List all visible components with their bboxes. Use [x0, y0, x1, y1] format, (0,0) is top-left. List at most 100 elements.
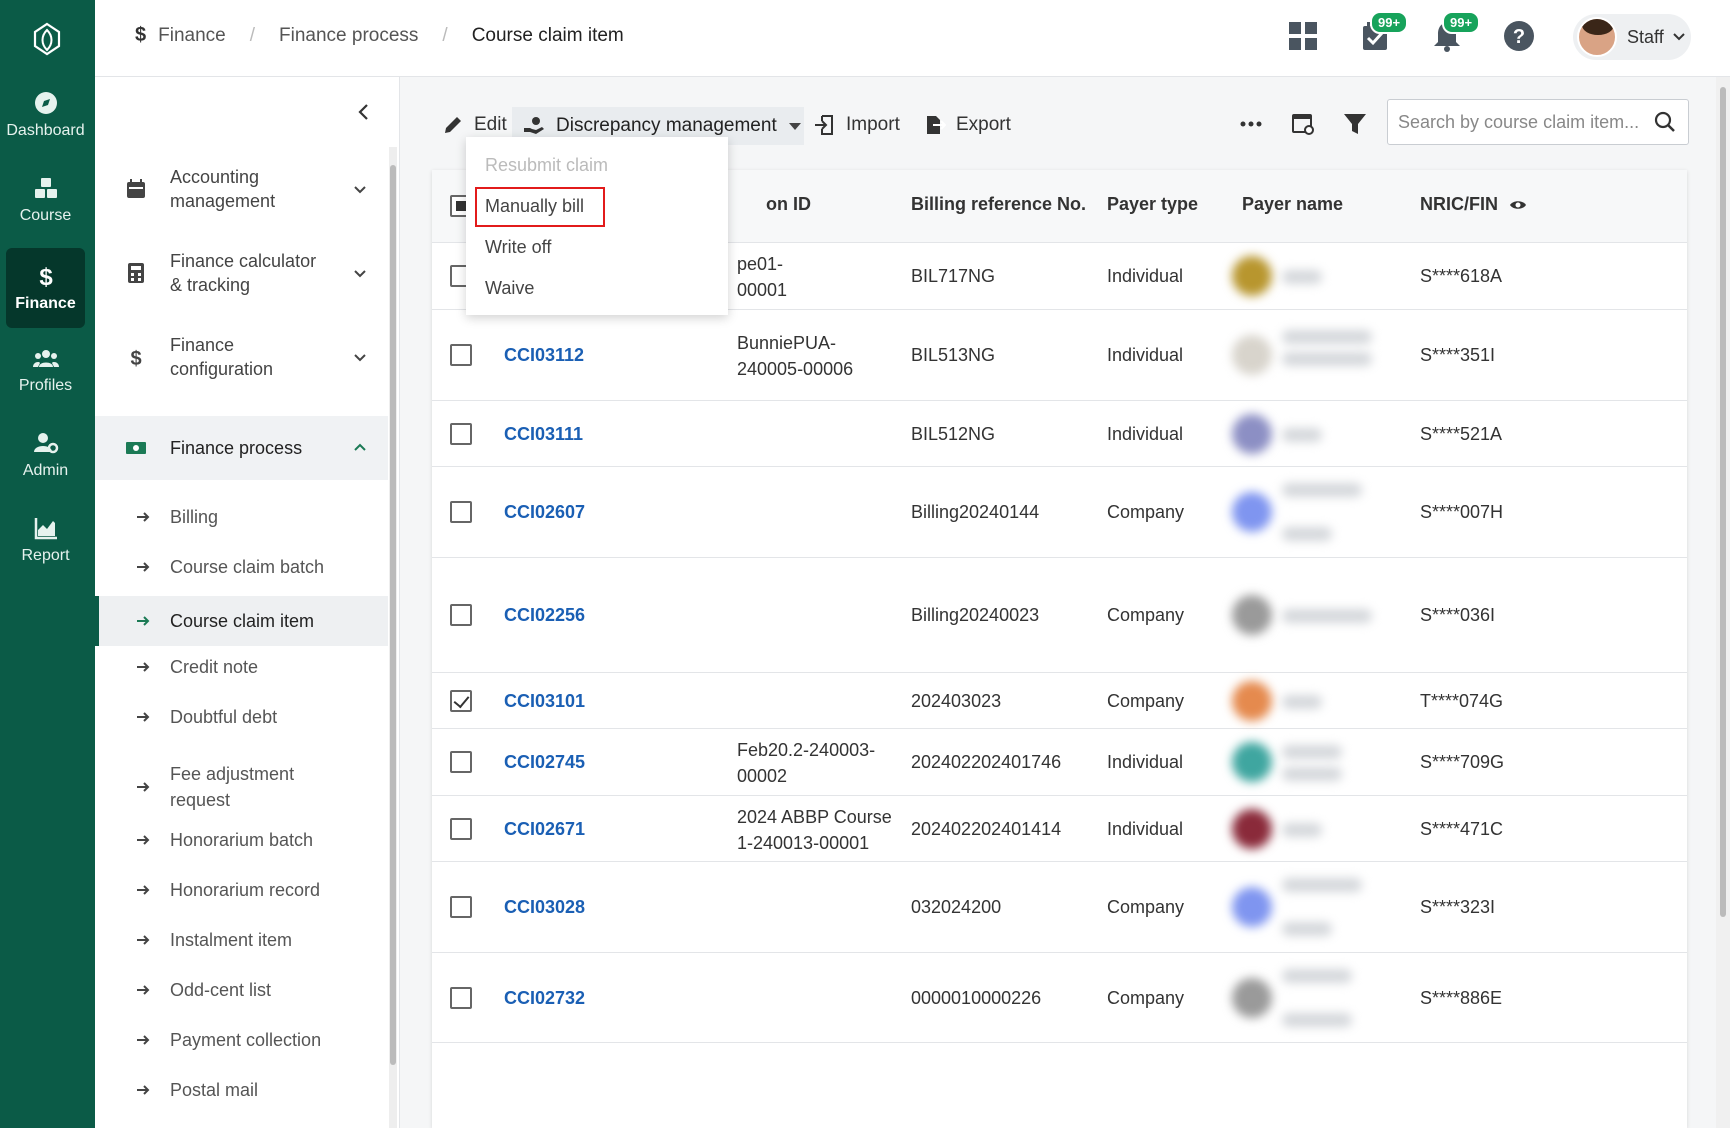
rail-item-dashboard[interactable]: Dashboard — [6, 75, 85, 155]
col-header-nric-label: NRIC/FIN — [1420, 194, 1498, 214]
claim-item-id[interactable]: CCI02607 — [504, 499, 585, 525]
sidebar-item-course-claim-item[interactable]: Course claim item — [95, 596, 388, 646]
sidebar-item-postal-mail[interactable]: Postal mail — [95, 1070, 388, 1110]
row-checkbox[interactable] — [450, 818, 472, 840]
scroll-thumb[interactable] — [1720, 87, 1726, 917]
import-button[interactable]: Import — [814, 109, 900, 141]
row-checkbox[interactable] — [450, 423, 472, 445]
claim-item-id[interactable]: CCI03028 — [504, 894, 585, 920]
main-scrollbar[interactable] — [1716, 77, 1730, 1128]
claim-item-id[interactable]: CCI02671 — [504, 816, 585, 842]
sidebar-item-honorarium-record[interactable]: Honorarium record — [95, 870, 388, 910]
export-icon — [927, 116, 946, 134]
more-icon[interactable] — [1238, 111, 1264, 137]
menu-item-write-off[interactable]: Write off — [485, 237, 551, 258]
menu-item-manually-bill[interactable]: Manually bill — [485, 196, 584, 217]
sidebar-item-credit-note[interactable]: Credit note — [95, 647, 388, 687]
compass-icon — [34, 92, 57, 114]
chevron-up-icon — [354, 443, 366, 451]
table-row[interactable]: CCI03112 BunniePUA- 240005-00006 BIL513N… — [432, 310, 1687, 401]
scroll-thumb[interactable] — [390, 165, 396, 1065]
search-field[interactable] — [1387, 99, 1689, 145]
sidebar-item-honorarium-batch[interactable]: Honorarium batch — [95, 820, 388, 860]
sidebar-item-label: Doubtful debt — [170, 707, 278, 727]
rail-label: Dashboard — [6, 122, 85, 139]
app-logo-icon[interactable] — [27, 18, 67, 58]
arrow-right-icon — [137, 782, 150, 792]
claim-id: 2024 ABBP Course 1-240013-00001 — [737, 807, 892, 853]
nric: S****618A — [1420, 266, 1503, 286]
sidebar-item-billing[interactable]: Billing — [95, 497, 388, 537]
sidebar-group-finance-process[interactable]: Finance process — [95, 416, 388, 480]
row-checkbox[interactable] — [450, 690, 472, 712]
eye-icon[interactable] — [1509, 199, 1527, 211]
rail-item-course[interactable]: Course — [6, 160, 85, 240]
collapse-sidebar-icon[interactable] — [349, 97, 379, 127]
breadcrumb-current: Course claim item — [471, 24, 624, 46]
sidebar-item-doubtful-debt[interactable]: Doubtful debt — [95, 697, 388, 737]
users-icon — [32, 350, 59, 367]
claim-item-id[interactable]: CCI03112 — [504, 342, 584, 368]
filter-icon[interactable] — [1342, 111, 1368, 137]
rail-item-profiles[interactable]: Profiles — [6, 330, 85, 410]
row-checkbox[interactable] — [450, 604, 472, 626]
rail-item-finance[interactable]: $ Finance — [6, 248, 85, 328]
payer-name-redacted — [1282, 969, 1352, 983]
sidebar-group-label: Accounting management — [170, 167, 276, 211]
table-row[interactable]: CCI03111 BIL512NG Individual S****521A — [432, 401, 1687, 467]
claim-item-id[interactable]: CCI02256 — [504, 602, 585, 628]
table-row[interactable]: CCI02745 Feb20.2-240003- 00002 202402202… — [432, 729, 1687, 796]
rail-item-report[interactable]: Report — [6, 500, 85, 580]
sidebar-item-fee-adjustment[interactable]: Fee adjustment request — [95, 755, 388, 819]
row-checkbox[interactable] — [450, 501, 472, 523]
col-header-payer-name[interactable]: Payer name — [1242, 194, 1343, 215]
sidebar-group-calculator[interactable]: Finance calculator & tracking — [95, 231, 388, 315]
col-header-ref[interactable]: Billing reference No. — [911, 194, 1086, 215]
table-row[interactable]: CCI02256 Billing20240023 Company S****03… — [432, 558, 1687, 673]
breadcrumb-finance[interactable]: Finance — [158, 25, 226, 47]
search-icon[interactable] — [1654, 111, 1676, 133]
sidebar-group-accounting[interactable]: Accounting management — [95, 147, 388, 231]
table-row[interactable]: CCI03028 032024200 Company S****323I — [432, 862, 1687, 953]
help-icon[interactable]: ? — [1501, 18, 1537, 54]
rail-label: Admin — [22, 462, 69, 479]
sidebar-item-payment-collection[interactable]: Payment collection — [95, 1020, 388, 1060]
sidebar-item-label: Postal mail — [170, 1080, 259, 1100]
breadcrumb-finance-process[interactable]: Finance process — [279, 25, 418, 47]
column-settings-icon[interactable] — [1290, 111, 1316, 137]
table-row[interactable]: CCI02732 0000010000226 Company S****886E — [432, 953, 1687, 1043]
user-menu[interactable]: Staff — [1573, 14, 1691, 60]
rail-item-admin[interactable]: Admin — [6, 415, 85, 495]
payer-name-redacted — [1282, 609, 1372, 623]
col-header-nric[interactable]: NRIC/FIN — [1420, 194, 1527, 215]
sidebar-item-course-claim-batch[interactable]: Course claim batch — [95, 547, 388, 587]
search-input[interactable] — [1398, 111, 1648, 133]
row-checkbox[interactable] — [450, 896, 472, 918]
col-header-claim[interactable]: on ID — [766, 194, 811, 215]
sidebar-item-instalment-item[interactable]: Instalment item — [95, 920, 388, 960]
payer-name-redacted — [1282, 428, 1322, 442]
edit-label: Edit — [474, 114, 507, 135]
sidebar-item-label: Credit note — [170, 657, 259, 677]
payer-name-redacted — [1282, 767, 1342, 781]
claim-item-id[interactable]: CCI03101 — [504, 688, 585, 714]
export-button[interactable]: Export — [924, 109, 1011, 141]
table-row[interactable]: CCI03101 202403023 Company T****074G — [432, 673, 1687, 729]
menu-item-waive[interactable]: Waive — [485, 278, 534, 299]
row-checkbox[interactable] — [450, 751, 472, 773]
nric: S****007H — [1420, 502, 1504, 522]
row-checkbox[interactable] — [450, 987, 472, 1009]
apps-grid-icon[interactable] — [1285, 18, 1321, 54]
col-header-payer-type[interactable]: Payer type — [1107, 194, 1198, 215]
sidebar-item-odd-cent-list[interactable]: Odd-cent list — [95, 970, 388, 1010]
sidebar-group-configuration[interactable]: $ Finance configuration — [95, 315, 388, 399]
sidebar-scrollbar[interactable] — [389, 147, 397, 1128]
claim-item-id[interactable]: CCI03111 — [504, 421, 583, 447]
payer-avatar — [1232, 335, 1272, 375]
row-checkbox[interactable] — [450, 344, 472, 366]
table-row[interactable]: CCI02671 2024 ABBP Course 1-240013-00001… — [432, 796, 1687, 862]
payer-avatar — [1232, 256, 1272, 296]
claim-item-id[interactable]: CCI02745 — [504, 749, 585, 775]
table-row[interactable]: CCI02607 Billing20240144 Company S****00… — [432, 467, 1687, 558]
claim-item-id[interactable]: CCI02732 — [504, 985, 585, 1011]
